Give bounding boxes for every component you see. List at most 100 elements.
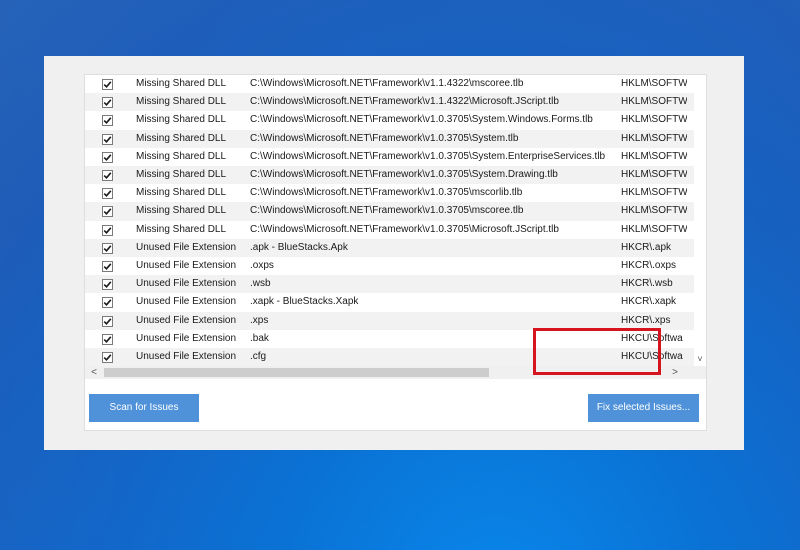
scroll-left-icon[interactable]: < [87, 366, 101, 379]
row-checkbox[interactable] [102, 242, 113, 254]
issue-path: C:\Windows\Microsoft.NET\Framework\v1.0.… [250, 114, 593, 126]
table-row[interactable]: Missing Shared DLL C:\Windows\Microsoft.N… [85, 93, 694, 112]
row-checkbox[interactable] [102, 206, 113, 218]
registry-key: HKCR\.oxps [621, 260, 677, 271]
checkmark-icon [103, 245, 112, 252]
registry-key: HKLM\SOFTW [621, 150, 687, 162]
registry-key: HKLM\SOFTW [621, 223, 687, 235]
registry-key: HKLM\SOFTW [621, 114, 687, 126]
table-row[interactable]: Missing Shared DLL C:\Windows\Microsoft.N… [85, 111, 694, 129]
issue-path: C:\Windows\Microsoft.NET\Framework\v1.0.… [250, 132, 519, 144]
issue-path: C:\Windows\Microsoft.NET\Framework\v1.1.… [250, 78, 524, 89]
table-row[interactable]: Missing Shared DLL C:\Windows\Microsoft.N… [85, 202, 694, 221]
horizontal-scroll-thumb[interactable] [104, 368, 489, 377]
table-row[interactable]: Missing Shared DLL C:\Windows\Microsoft.N… [85, 221, 694, 239]
checkmark-icon [103, 299, 112, 307]
issue-path: .apk - BlueStacks.Apk [250, 241, 348, 253]
issue-type: Missing Shared DLL [136, 96, 227, 108]
registry-key: HKLM\SOFTW [621, 169, 687, 180]
registry-key: HKCR\.wsb [621, 278, 673, 290]
registry-key: HKCR\.xps [621, 314, 671, 326]
row-checkbox[interactable] [102, 352, 113, 363]
table-row[interactable]: Missing Shared DLL C:\Windows\Microsoft.N… [85, 148, 694, 166]
checkmark-icon [103, 190, 112, 198]
issue-type: Missing Shared DLL [136, 187, 227, 199]
issue-type: Missing Shared DLL [136, 169, 227, 180]
cleaner-window: Missing Shared DLL C:\Windows\Microsoft.N… [44, 56, 744, 450]
table-row[interactable]: Missing Shared DLL C:\Windows\Microsoft.N… [85, 75, 694, 93]
issues-list: Missing Shared DLL C:\Windows\Microsoft.N… [85, 75, 694, 366]
row-checkbox[interactable] [102, 188, 113, 200]
scan-for-issues-button[interactable]: Scan for Issues [89, 394, 199, 422]
row-checkbox[interactable] [102, 79, 113, 90]
checkmark-icon [103, 135, 112, 143]
issue-type: Unused File Extension [136, 332, 237, 344]
issue-path: .xps [250, 314, 269, 326]
issue-path: C:\Windows\Microsoft.NET\Framework\v1.0.… [250, 169, 558, 180]
issue-path: .wsb [250, 278, 271, 290]
table-row[interactable]: Unused File Extension .oxps HKCR\.oxps [85, 257, 694, 275]
checkmark-icon [103, 226, 112, 234]
issue-type: Unused File Extension [136, 314, 237, 326]
checkmark-icon [103, 336, 112, 343]
row-checkbox[interactable] [102, 297, 113, 309]
scroll-right-icon[interactable]: > [668, 366, 682, 379]
registry-key: HKLM\SOFTW [621, 96, 687, 108]
checkmark-icon [103, 317, 112, 325]
checkmark-icon [103, 99, 112, 107]
issue-type: Unused File Extension [136, 278, 237, 290]
row-checkbox[interactable] [102, 333, 113, 345]
checkmark-icon [103, 263, 112, 270]
issue-type: Unused File Extension [136, 241, 237, 253]
registry-key: HKCR\.xapk [621, 296, 677, 308]
row-checkbox[interactable] [102, 315, 113, 327]
row-checkbox[interactable] [102, 115, 113, 127]
issue-path: C:\Windows\Microsoft.NET\Framework\v1.0.… [250, 150, 606, 162]
table-row[interactable]: Unused File Extension .wsb HKCR\.wsb [85, 275, 694, 294]
checkmark-icon [103, 81, 112, 88]
issue-path: C:\Windows\Microsoft.NET\Framework\v1.0.… [250, 205, 524, 217]
fix-button-highlight-box [533, 328, 661, 375]
table-row[interactable]: Unused File Extension .xapk - BlueStacks.… [85, 293, 694, 311]
registry-key: HKLM\SOFTW [621, 132, 687, 144]
row-checkbox[interactable] [102, 97, 113, 109]
row-checkbox[interactable] [102, 133, 113, 145]
issues-panel: Missing Shared DLL C:\Windows\Microsoft.N… [84, 74, 707, 431]
issue-type: Missing Shared DLL [136, 114, 227, 126]
fix-selected-issues-button[interactable]: Fix selected Issues... [588, 394, 699, 422]
issue-type: Missing Shared DLL [136, 223, 227, 235]
row-checkbox[interactable] [102, 151, 113, 163]
issue-path: .oxps [250, 260, 274, 271]
checkmark-icon [103, 117, 112, 125]
checkmark-icon [103, 172, 112, 179]
issue-type: Missing Shared DLL [136, 205, 227, 217]
vertical-scrollbar[interactable]: ˅ [694, 75, 706, 366]
issue-type: Unused File Extension [136, 351, 237, 362]
row-checkbox[interactable] [102, 170, 113, 181]
issue-type: Missing Shared DLL [136, 150, 227, 162]
issue-type: Unused File Extension [136, 296, 237, 308]
table-row[interactable]: Unused File Extension .apk - BlueStacks.A… [85, 238, 694, 257]
issue-type: Unused File Extension [136, 260, 237, 271]
checkmark-icon [103, 154, 112, 161]
table-row[interactable]: Missing Shared DLL C:\Windows\Microsoft.N… [85, 166, 694, 185]
row-checkbox[interactable] [102, 224, 113, 236]
registry-key: HKLM\SOFTW [621, 205, 687, 217]
registry-key: HKLM\SOFTW [621, 187, 687, 199]
issue-path: .xapk - BlueStacks.Xapk [250, 296, 359, 308]
checkmark-icon [103, 281, 112, 289]
issue-path: C:\Windows\Microsoft.NET\Framework\v1.0.… [250, 187, 523, 199]
table-row[interactable]: Missing Shared DLL C:\Windows\Microsoft.N… [85, 129, 694, 148]
registry-key: HKLM\SOFTW [621, 78, 687, 89]
checkmark-icon [103, 208, 112, 216]
row-checkbox[interactable] [102, 279, 113, 291]
scroll-down-icon[interactable]: ˅ [694, 353, 706, 365]
registry-key: HKCR\.apk [621, 241, 672, 253]
issue-path: C:\Windows\Microsoft.NET\Framework\v1.1.… [250, 96, 559, 108]
issue-type: Missing Shared DLL [136, 78, 227, 89]
table-row[interactable]: Missing Shared DLL C:\Windows\Microsoft.N… [85, 184, 694, 202]
issue-type: Missing Shared DLL [136, 132, 227, 144]
row-checkbox[interactable] [102, 261, 113, 272]
checkmark-icon [103, 354, 112, 361]
issue-path: C:\Windows\Microsoft.NET\Framework\v1.0.… [250, 223, 559, 235]
